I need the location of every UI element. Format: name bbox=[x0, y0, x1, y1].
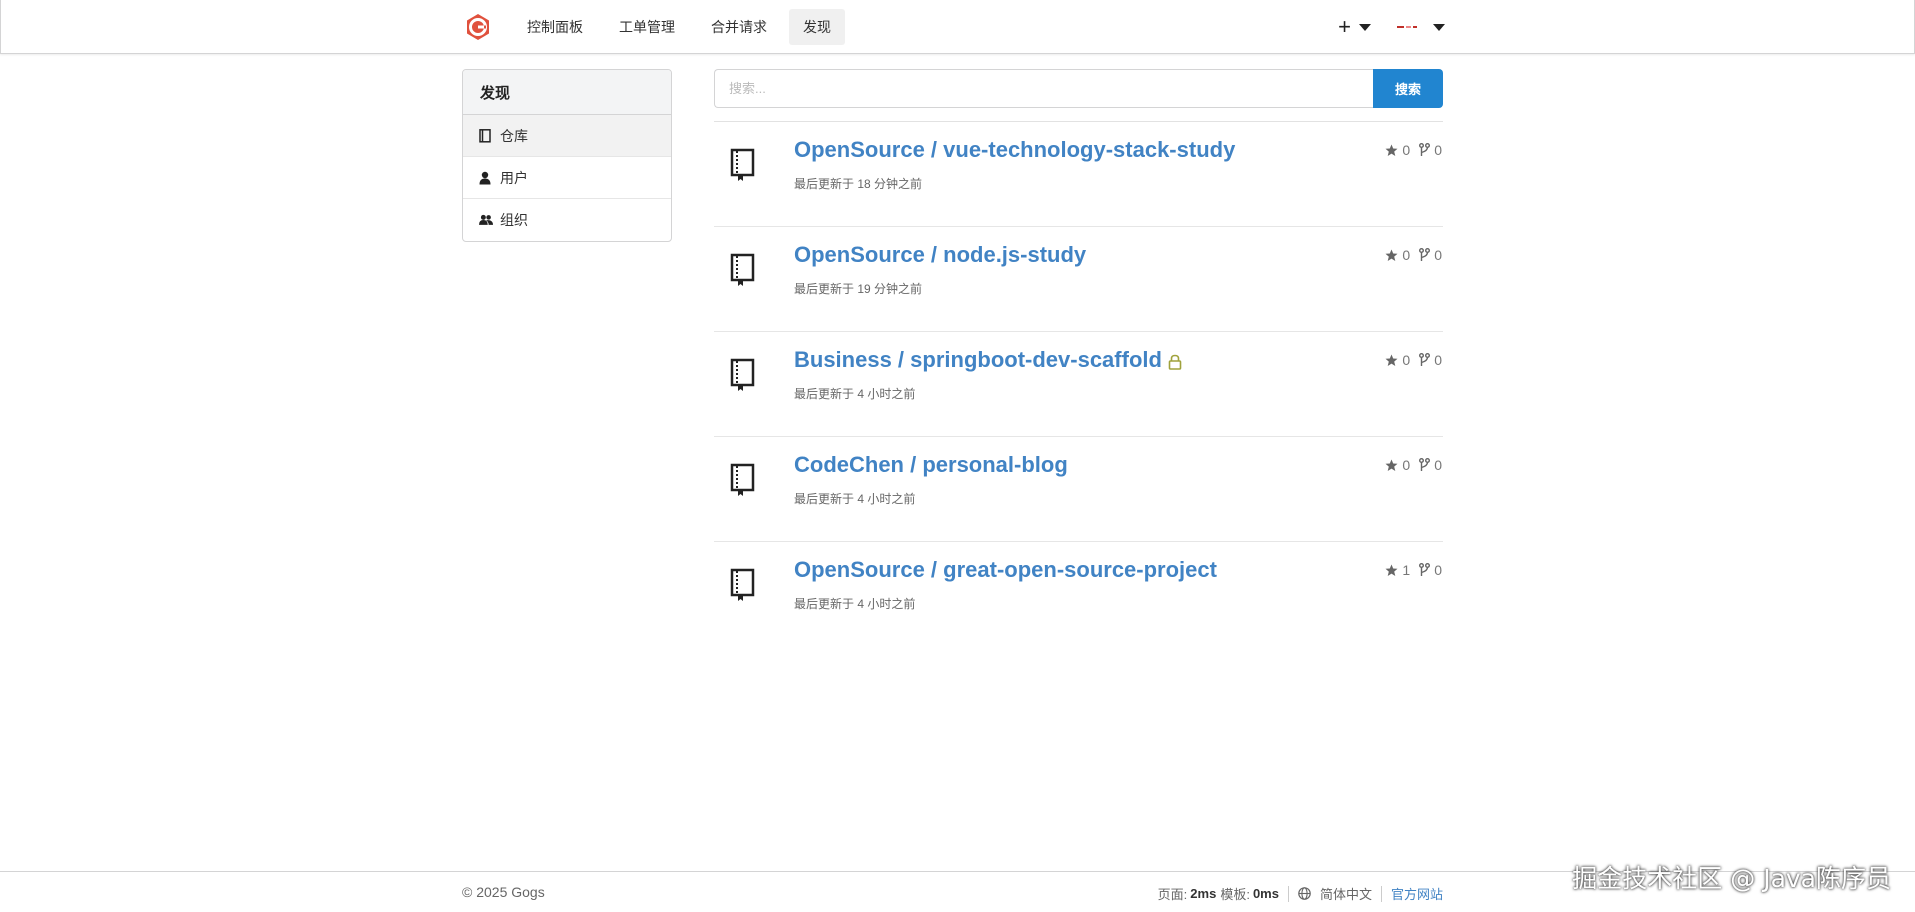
repo-updated-time: 最后更新于 4 小时之前 bbox=[794, 387, 916, 401]
sidebar-item-label: 组织 bbox=[500, 212, 528, 228]
repo-stats: 0 0 bbox=[1385, 142, 1442, 158]
search-bar: 搜索 bbox=[714, 69, 1443, 108]
repo-updated-time: 最后更新于 4 小时之前 bbox=[794, 492, 916, 506]
repo-item: OpenSource / great-open-source-project 最… bbox=[714, 542, 1443, 647]
page-time: 2ms bbox=[1190, 886, 1217, 901]
repo-link[interactable]: OpenSource / great-open-source-project bbox=[794, 557, 1217, 583]
repo-list: OpenSource / vue-technology-stack-study … bbox=[714, 121, 1443, 647]
sidebar-title: 发现 bbox=[463, 70, 671, 115]
star-icon bbox=[1385, 564, 1398, 576]
repo-updated-time: 最后更新于 19 分钟之前 bbox=[794, 282, 923, 296]
chevron-down-icon bbox=[1433, 23, 1445, 31]
repo-stats: 1 0 bbox=[1385, 562, 1442, 578]
repo-updated-time: 最后更新于 18 分钟之前 bbox=[794, 177, 923, 191]
repo-stats: 0 0 bbox=[1385, 247, 1442, 263]
star-count: 0 bbox=[1402, 352, 1411, 368]
repo-item: OpenSource / vue-technology-stack-study … bbox=[714, 122, 1443, 227]
gogs-logo-icon[interactable] bbox=[463, 12, 493, 42]
search-input[interactable] bbox=[714, 69, 1373, 108]
star-icon bbox=[1385, 459, 1398, 471]
template-time-label: 模板: bbox=[1220, 887, 1250, 902]
repo-item: Business / springboot-dev-scaffold 最后更新于… bbox=[714, 332, 1443, 437]
repo-link[interactable]: OpenSource / vue-technology-stack-study bbox=[794, 137, 1235, 163]
avatar bbox=[1397, 20, 1419, 34]
fork-icon bbox=[1419, 563, 1431, 576]
sidebar-item-label: 用户 bbox=[500, 169, 528, 186]
star-icon bbox=[1385, 354, 1398, 366]
book-icon bbox=[729, 358, 757, 392]
fork-count: 0 bbox=[1434, 247, 1442, 263]
repo-name[interactable]: OpenSource / vue-technology-stack-study bbox=[794, 137, 1235, 163]
lock-icon bbox=[1168, 354, 1182, 370]
globe-icon bbox=[1298, 887, 1311, 900]
plus-icon: + bbox=[1338, 14, 1351, 39]
repo-link[interactable]: Business / springboot-dev-scaffold bbox=[794, 347, 1182, 373]
star-icon bbox=[1385, 249, 1398, 261]
chevron-down-icon bbox=[1359, 23, 1371, 31]
user-icon bbox=[479, 171, 493, 185]
top-navbar: 控制面板 工单管理 合并请求 发现 + bbox=[0, 0, 1915, 54]
book-icon bbox=[479, 128, 493, 143]
user-menu-dropdown[interactable] bbox=[1397, 20, 1445, 34]
official-site-link[interactable]: 官方网站 bbox=[1391, 884, 1443, 903]
copyright: © 2025 Gogs bbox=[462, 884, 545, 900]
page-time-label: 页面: bbox=[1157, 887, 1188, 902]
repo-stats: 0 0 bbox=[1385, 457, 1442, 473]
sidebar-item-users[interactable]: 用户 bbox=[463, 157, 671, 199]
sidebar-item-repos[interactable]: 仓库 bbox=[463, 115, 671, 157]
fork-count: 0 bbox=[1434, 457, 1442, 473]
fork-icon bbox=[1419, 248, 1431, 261]
template-time: 0ms bbox=[1252, 886, 1279, 901]
fork-count: 0 bbox=[1434, 352, 1442, 368]
repo-item: CodeChen / personal-blog 最后更新于 4 小时之前 0 … bbox=[714, 437, 1443, 542]
repo-name[interactable]: CodeChen / personal-blog bbox=[794, 452, 1068, 478]
fork-icon bbox=[1419, 143, 1431, 156]
star-icon bbox=[1385, 144, 1398, 156]
fork-count: 0 bbox=[1434, 562, 1442, 578]
watermark: 掘金技术社区 @ Java陈序员 bbox=[1572, 864, 1891, 893]
sidebar-item-label: 仓库 bbox=[500, 127, 528, 144]
star-count: 0 bbox=[1402, 247, 1411, 263]
repo-name[interactable]: Business / springboot-dev-scaffold bbox=[794, 347, 1162, 373]
repo-updated-time: 最后更新于 4 小时之前 bbox=[794, 597, 916, 611]
search-button[interactable]: 搜索 bbox=[1373, 69, 1443, 108]
explore-sidebar: 发现 仓库 用户 组织 bbox=[462, 69, 672, 242]
nav-issues[interactable]: 工单管理 bbox=[605, 9, 689, 45]
repo-link[interactable]: CodeChen / personal-blog bbox=[794, 452, 1068, 478]
repo-name[interactable]: OpenSource / great-open-source-project bbox=[794, 557, 1217, 583]
footer-right: 页面: 2ms 模板: 0ms 简体中文 官方网站 bbox=[1158, 884, 1443, 903]
repo-item: OpenSource / node.js-study 最后更新于 19 分钟之前… bbox=[714, 227, 1443, 332]
nav-pulls[interactable]: 合并请求 bbox=[697, 9, 781, 45]
nav-explore[interactable]: 发现 bbox=[789, 9, 845, 45]
star-count: 1 bbox=[1402, 562, 1411, 578]
fork-count: 0 bbox=[1434, 142, 1442, 158]
language-label: 简体中文 bbox=[1319, 887, 1372, 902]
create-new-dropdown[interactable]: + bbox=[1338, 16, 1371, 38]
fork-icon bbox=[1419, 353, 1431, 366]
users-icon bbox=[479, 213, 493, 227]
sidebar-item-orgs[interactable]: 组织 bbox=[463, 199, 671, 241]
repo-stats: 0 0 bbox=[1385, 352, 1442, 368]
book-icon bbox=[729, 253, 757, 287]
language-selector[interactable]: 简体中文 bbox=[1298, 884, 1372, 903]
star-count: 0 bbox=[1402, 142, 1411, 158]
fork-icon bbox=[1419, 458, 1431, 471]
book-icon bbox=[729, 568, 757, 602]
repo-name[interactable]: OpenSource / node.js-study bbox=[794, 242, 1086, 268]
divider bbox=[1287, 885, 1289, 902]
nav-dashboard[interactable]: 控制面板 bbox=[513, 9, 597, 45]
book-icon bbox=[729, 463, 757, 497]
repo-link[interactable]: OpenSource / node.js-study bbox=[794, 242, 1086, 268]
divider bbox=[1380, 885, 1382, 902]
star-count: 0 bbox=[1402, 457, 1411, 473]
book-icon bbox=[729, 148, 757, 182]
